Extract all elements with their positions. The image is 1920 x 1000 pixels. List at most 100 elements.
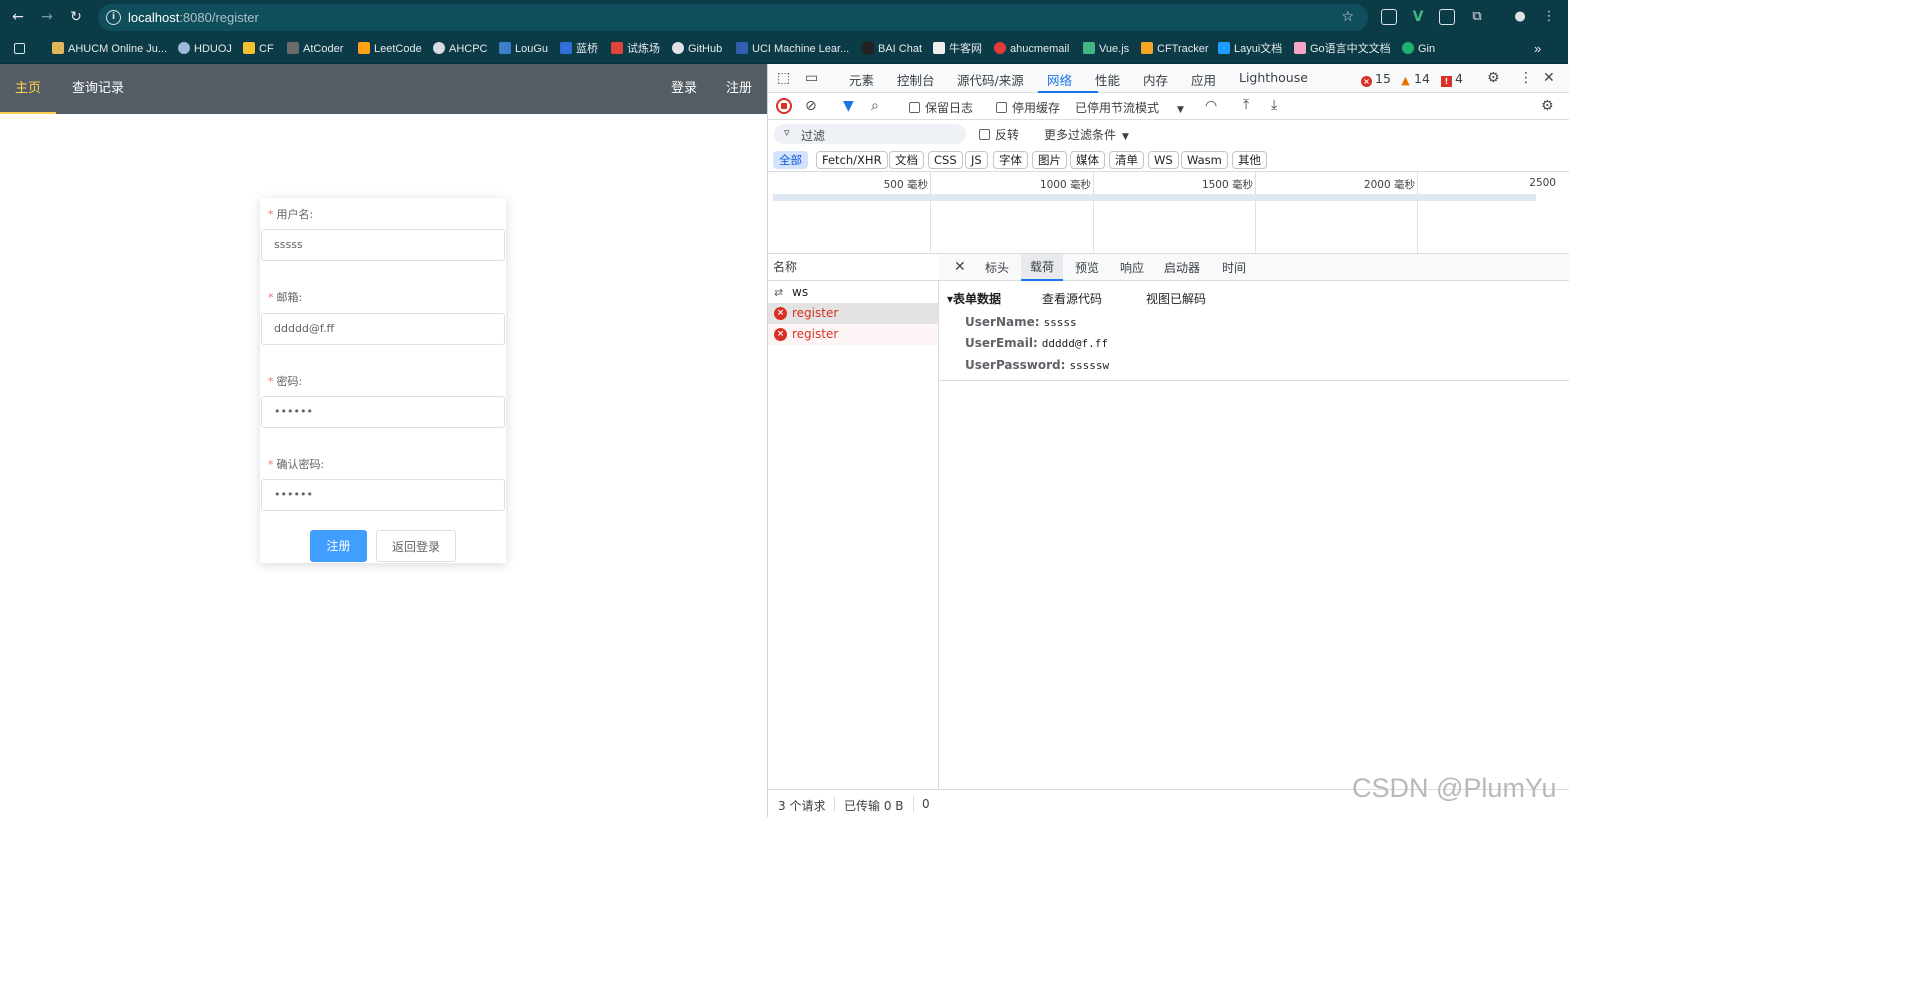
tab-network[interactable]: 网络 bbox=[1047, 70, 1072, 89]
disable-cache-checkbox[interactable]: 停用缓存 bbox=[996, 99, 1060, 116]
profile-icon[interactable]: ● bbox=[1512, 9, 1528, 25]
password-input[interactable]: •••••• bbox=[261, 396, 505, 428]
type-fetch-xhr[interactable]: Fetch/XHR bbox=[816, 151, 888, 169]
bookmark-item[interactable]: LeetCode bbox=[358, 41, 422, 57]
invert-checkbox[interactable]: 反转 bbox=[979, 126, 1019, 143]
bookmark-item[interactable]: AHCPC bbox=[433, 41, 488, 57]
type-img[interactable]: 图片 bbox=[1032, 151, 1067, 169]
inspect-element-icon[interactable]: ⬚ bbox=[777, 70, 790, 86]
tab-payload[interactable]: 载荷 bbox=[1021, 254, 1064, 281]
bookmark-item[interactable]: 蓝桥 bbox=[560, 41, 598, 57]
type-js[interactable]: JS bbox=[965, 151, 988, 169]
bookmark-item[interactable]: LouGu bbox=[499, 41, 548, 57]
tab-initiator[interactable]: 启动器 bbox=[1164, 259, 1200, 276]
warning-count-badge[interactable]: ▲ 14 bbox=[1400, 71, 1430, 86]
tab-application[interactable]: 应用 bbox=[1191, 70, 1216, 89]
name-column-header[interactable]: 名称 bbox=[768, 254, 939, 281]
view-source-link[interactable]: 查看源代码 bbox=[1042, 290, 1102, 307]
qr-extension-icon[interactable] bbox=[1381, 9, 1397, 25]
tab-headers[interactable]: 标头 bbox=[985, 259, 1009, 276]
nav-history[interactable]: 查询记录 bbox=[72, 64, 124, 114]
preserve-log-checkbox[interactable]: 保留日志 bbox=[909, 99, 973, 116]
throttle-select[interactable]: 已停用节流模式 ▼ bbox=[1075, 99, 1184, 116]
back-to-login-button[interactable]: 返回登录 bbox=[376, 530, 456, 562]
more-options-icon[interactable]: ⋮ bbox=[1519, 70, 1533, 86]
bookmark-item[interactable]: CFTracker bbox=[1141, 41, 1209, 57]
bookmark-item[interactable]: Vue.js bbox=[1083, 41, 1129, 57]
device-toolbar-icon[interactable]: ▭ bbox=[805, 70, 818, 86]
vue-devtools-icon[interactable]: V bbox=[1410, 9, 1426, 25]
bookmark-item[interactable]: Layui文档 bbox=[1218, 41, 1282, 57]
bookmark-item[interactable]: CF bbox=[243, 41, 274, 57]
type-css[interactable]: CSS bbox=[928, 151, 963, 169]
email-input[interactable]: ddddd@f.ff bbox=[261, 313, 505, 345]
type-doc[interactable]: 文档 bbox=[889, 151, 924, 169]
type-wasm[interactable]: Wasm bbox=[1181, 151, 1228, 169]
bookmark-item[interactable]: AtCoder bbox=[287, 41, 343, 57]
tab-memory[interactable]: 内存 bbox=[1143, 70, 1168, 89]
more-filters-dropdown[interactable]: 更多过滤条件 ▼ bbox=[1044, 126, 1129, 143]
nav-register[interactable]: 注册 bbox=[726, 64, 752, 114]
forward-arrow-icon[interactable]: → bbox=[38, 8, 56, 26]
bookmark-item[interactable]: 牛客网 bbox=[933, 41, 982, 57]
wifi-conditions-icon[interactable]: ◠ bbox=[1205, 98, 1217, 114]
tab-sources[interactable]: 源代码/来源 bbox=[957, 70, 1024, 89]
request-row[interactable]: ⇄ ws bbox=[768, 282, 938, 303]
settings-gear-icon[interactable]: ⚙ bbox=[1487, 70, 1500, 86]
bookmark-item[interactable]: AHUCM Online Ju... bbox=[52, 41, 167, 57]
bookmark-star-icon[interactable]: ☆ bbox=[1341, 9, 1354, 25]
register-button[interactable]: 注册 bbox=[310, 530, 367, 562]
site-info-icon[interactable]: i bbox=[106, 10, 121, 25]
tab-performance[interactable]: 性能 bbox=[1095, 70, 1120, 89]
bookmark-item[interactable]: UCI Machine Lear... bbox=[736, 41, 849, 57]
tab-preview[interactable]: 预览 bbox=[1075, 259, 1099, 276]
type-all[interactable]: 全部 bbox=[773, 151, 808, 169]
type-ws[interactable]: WS bbox=[1148, 151, 1179, 169]
filter-input[interactable]: ▿ 过滤 bbox=[774, 124, 966, 144]
record-stop-icon[interactable] bbox=[776, 98, 792, 114]
confirm-password-input[interactable]: •••••• bbox=[261, 479, 505, 511]
type-font[interactable]: 字体 bbox=[993, 151, 1028, 169]
filter-funnel-icon[interactable]: ▼ bbox=[843, 98, 854, 114]
request-row[interactable]: × register bbox=[768, 324, 938, 345]
puzzle-extensions-icon[interactable]: ⧉ bbox=[1469, 9, 1485, 25]
close-detail-icon[interactable]: ✕ bbox=[954, 259, 966, 275]
apps-grid-icon[interactable] bbox=[14, 41, 29, 57]
bookmark-item[interactable]: GitHub bbox=[672, 41, 722, 57]
type-other[interactable]: 其他 bbox=[1232, 151, 1267, 169]
view-decoded-link[interactable]: 视图已解码 bbox=[1146, 290, 1206, 307]
network-timeline[interactable]: 500 毫秒 1000 毫秒 1500 毫秒 2000 毫秒 2500 bbox=[768, 172, 1569, 254]
clear-icon[interactable]: ⊘ bbox=[805, 98, 817, 114]
close-devtools-icon[interactable]: ✕ bbox=[1543, 70, 1555, 86]
bookmark-item[interactable]: Gin bbox=[1402, 41, 1435, 57]
error-count-badge[interactable]: × 15 bbox=[1361, 71, 1391, 87]
bookmark-item[interactable]: ahucmemail bbox=[994, 41, 1069, 57]
issue-count-badge[interactable]: ! 4 bbox=[1441, 71, 1463, 87]
back-arrow-icon[interactable]: ← bbox=[9, 8, 27, 26]
nav-login[interactable]: 登录 bbox=[671, 64, 697, 114]
type-media[interactable]: 媒体 bbox=[1070, 151, 1105, 169]
reload-icon[interactable]: ↻ bbox=[67, 8, 85, 26]
network-settings-icon[interactable]: ⚙ bbox=[1541, 98, 1554, 114]
menu-dots-icon[interactable]: ⋮ bbox=[1541, 9, 1557, 25]
address-bar[interactable]: i localhost:8080/register ☆ bbox=[98, 4, 1368, 31]
bookmark-item[interactable]: 试炼场 bbox=[611, 41, 660, 57]
bookmark-item[interactable]: Go语言中文文档 bbox=[1294, 41, 1391, 57]
username-input[interactable]: sssss bbox=[261, 229, 505, 261]
tab-timing[interactable]: 时间 bbox=[1222, 259, 1246, 276]
request-row[interactable]: × register bbox=[768, 303, 938, 324]
search-icon[interactable]: ⌕ bbox=[871, 98, 879, 114]
nav-home[interactable]: 主页 bbox=[0, 64, 56, 114]
import-har-icon[interactable]: ⤒ bbox=[1243, 97, 1249, 113]
bookmark-item[interactable]: HDUOJ bbox=[178, 41, 232, 57]
bookmark-item[interactable]: BAI Chat bbox=[862, 41, 922, 57]
tab-response[interactable]: 响应 bbox=[1120, 259, 1144, 276]
tab-console[interactable]: 控制台 bbox=[897, 70, 935, 89]
tab-lighthouse[interactable]: Lighthouse bbox=[1239, 70, 1308, 85]
tab-elements[interactable]: 元素 bbox=[849, 70, 874, 89]
more-bookmarks-icon[interactable]: » bbox=[1534, 41, 1541, 57]
extension-icon[interactable] bbox=[1439, 9, 1455, 25]
export-har-icon[interactable]: ⤓ bbox=[1271, 97, 1277, 113]
type-manifest[interactable]: 清单 bbox=[1109, 151, 1144, 169]
form-data-toggle[interactable]: ▾表单数据 bbox=[947, 290, 1001, 307]
